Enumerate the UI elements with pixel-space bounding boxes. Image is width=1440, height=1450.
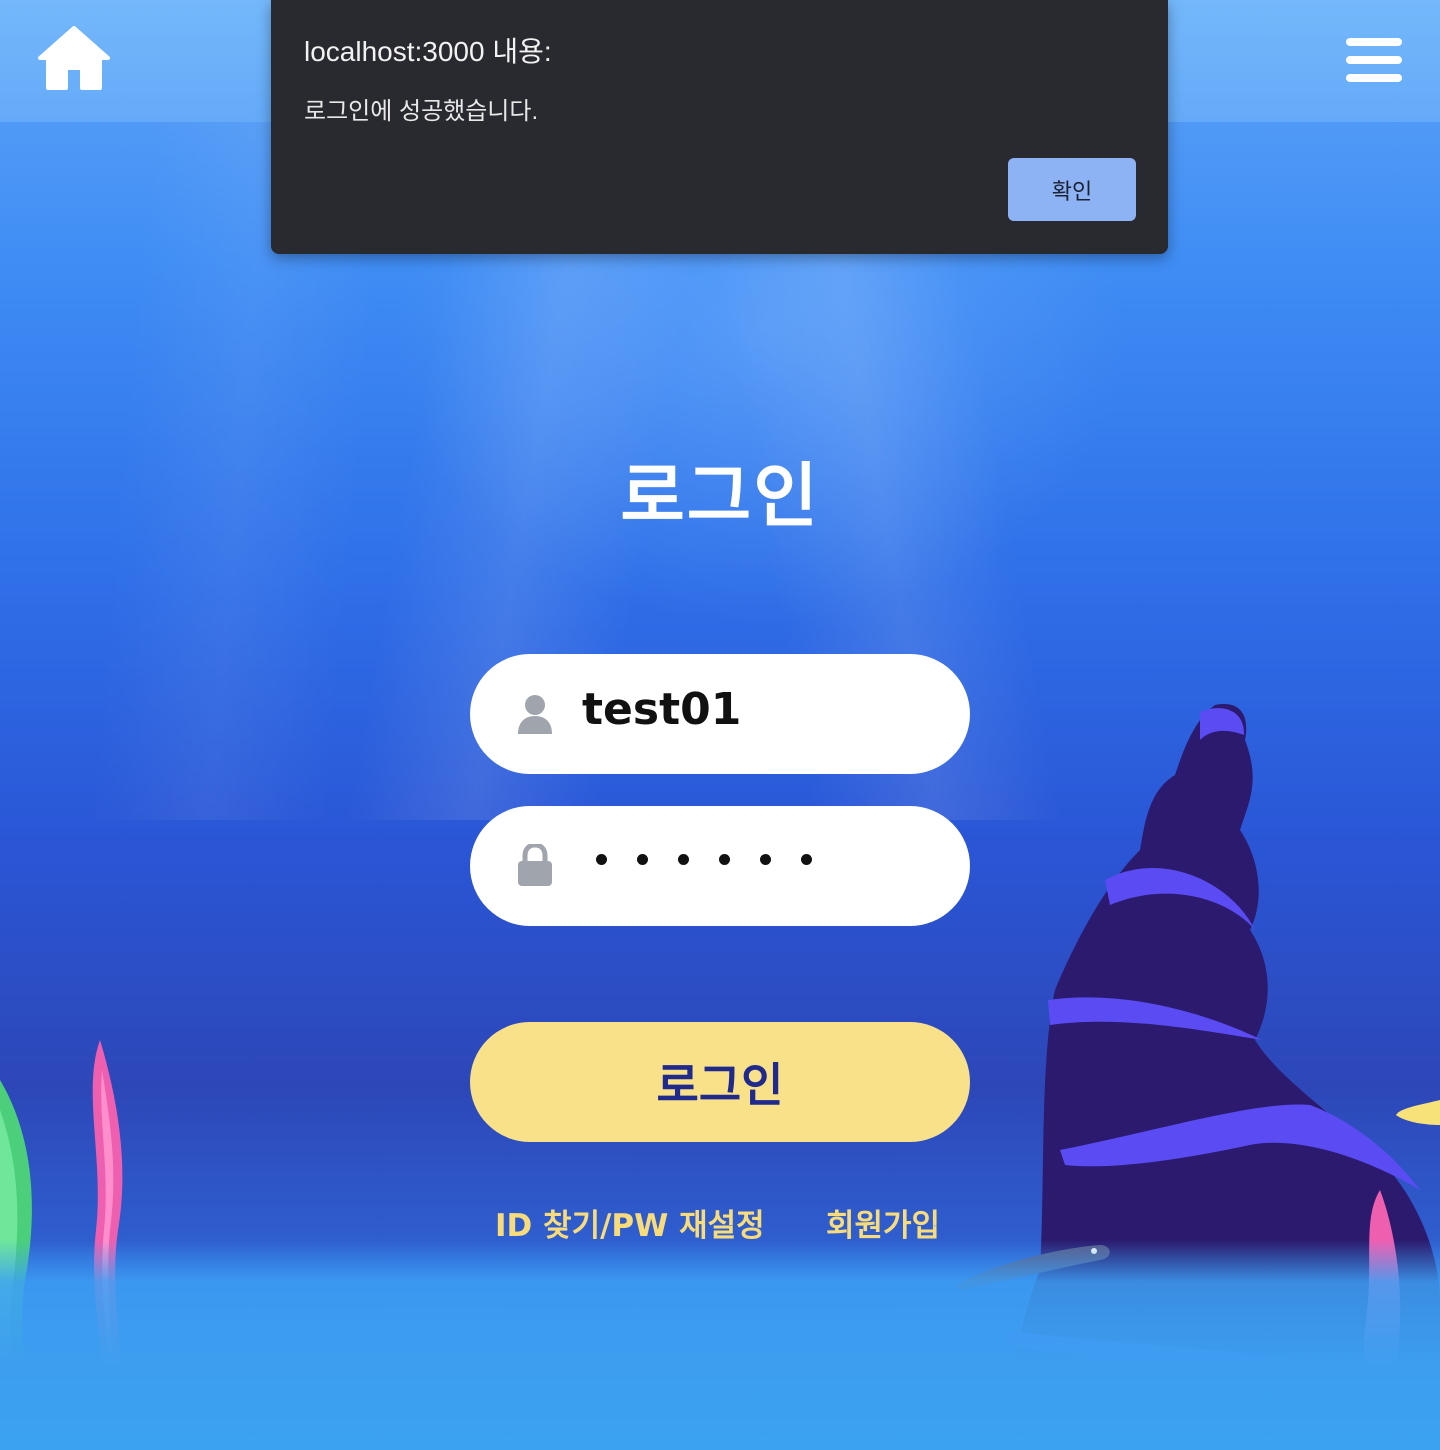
dialog-title: localhost:3000 내용: [304,36,552,67]
dialog-message: 로그인에 성공했습니다. [304,98,539,125]
rock-band-1 [1105,868,1255,930]
lock-icon [516,842,554,886]
yellow-fish [1396,1100,1440,1125]
dialog-ok-button[interactable]: 확인 [1008,158,1136,221]
rock-band-top [1200,708,1245,740]
password-field[interactable] [470,806,970,926]
user-icon [516,694,554,734]
home-icon[interactable] [38,26,110,90]
rock-band-3 [1060,1104,1420,1190]
sea-floor [0,1240,1440,1450]
username-value[interactable]: test01 [582,684,741,735]
alert-dialog: localhost:3000 내용: 로그인에 성공했습니다. 확인 [271,0,1168,254]
hamburger-menu-icon[interactable] [1346,38,1402,86]
signup-link[interactable]: 회원가입 [826,1200,940,1245]
password-masked-value[interactable] [596,854,812,865]
username-field[interactable]: test01 [470,654,970,774]
find-id-reset-pw-link[interactable]: ID 찾기/PW 재설정 [495,1200,765,1245]
rock-band-2 [1048,997,1262,1040]
page-title: 로그인 [620,455,820,537]
login-submit-button[interactable]: 로그인 [470,1022,970,1142]
